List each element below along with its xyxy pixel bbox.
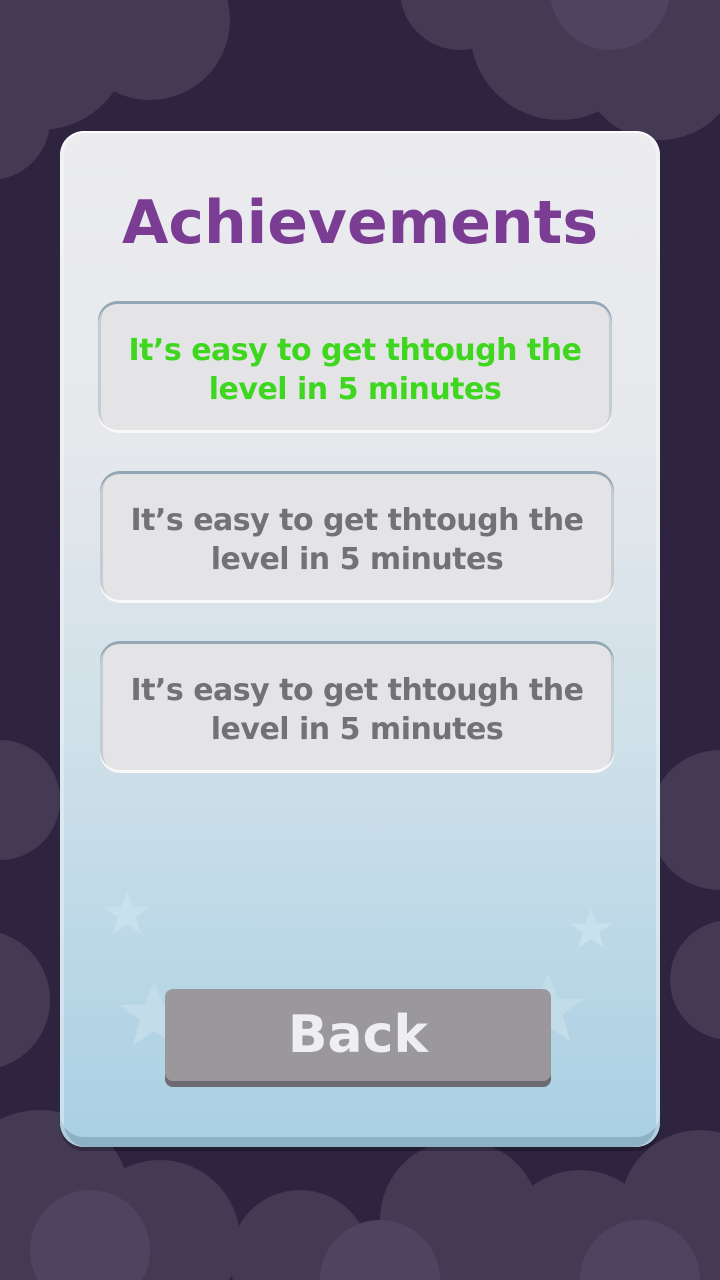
achievement-text: It’s easy to get thtough the level in 5 … xyxy=(130,673,584,747)
achievement-card-unlocked[interactable]: It’s easy to get thtough the level in 5 … xyxy=(98,301,612,433)
achievements-panel: Achievements It’s easy to get thtough th… xyxy=(60,131,660,1147)
achievement-card-locked[interactable]: It’s easy to get thtough the level in 5 … xyxy=(100,641,614,773)
star-icon xyxy=(569,908,613,949)
page-title: Achievements xyxy=(121,188,599,258)
back-button-label: Back xyxy=(287,1005,429,1065)
achievement-card-locked[interactable]: It’s easy to get thtough the level in 5 … xyxy=(100,471,614,603)
back-button[interactable]: Back xyxy=(165,989,551,1087)
achievement-text: It’s easy to get thtough the level in 5 … xyxy=(128,333,582,407)
star-icon xyxy=(104,891,150,934)
achievement-text: It’s easy to get thtough the level in 5 … xyxy=(130,503,584,577)
